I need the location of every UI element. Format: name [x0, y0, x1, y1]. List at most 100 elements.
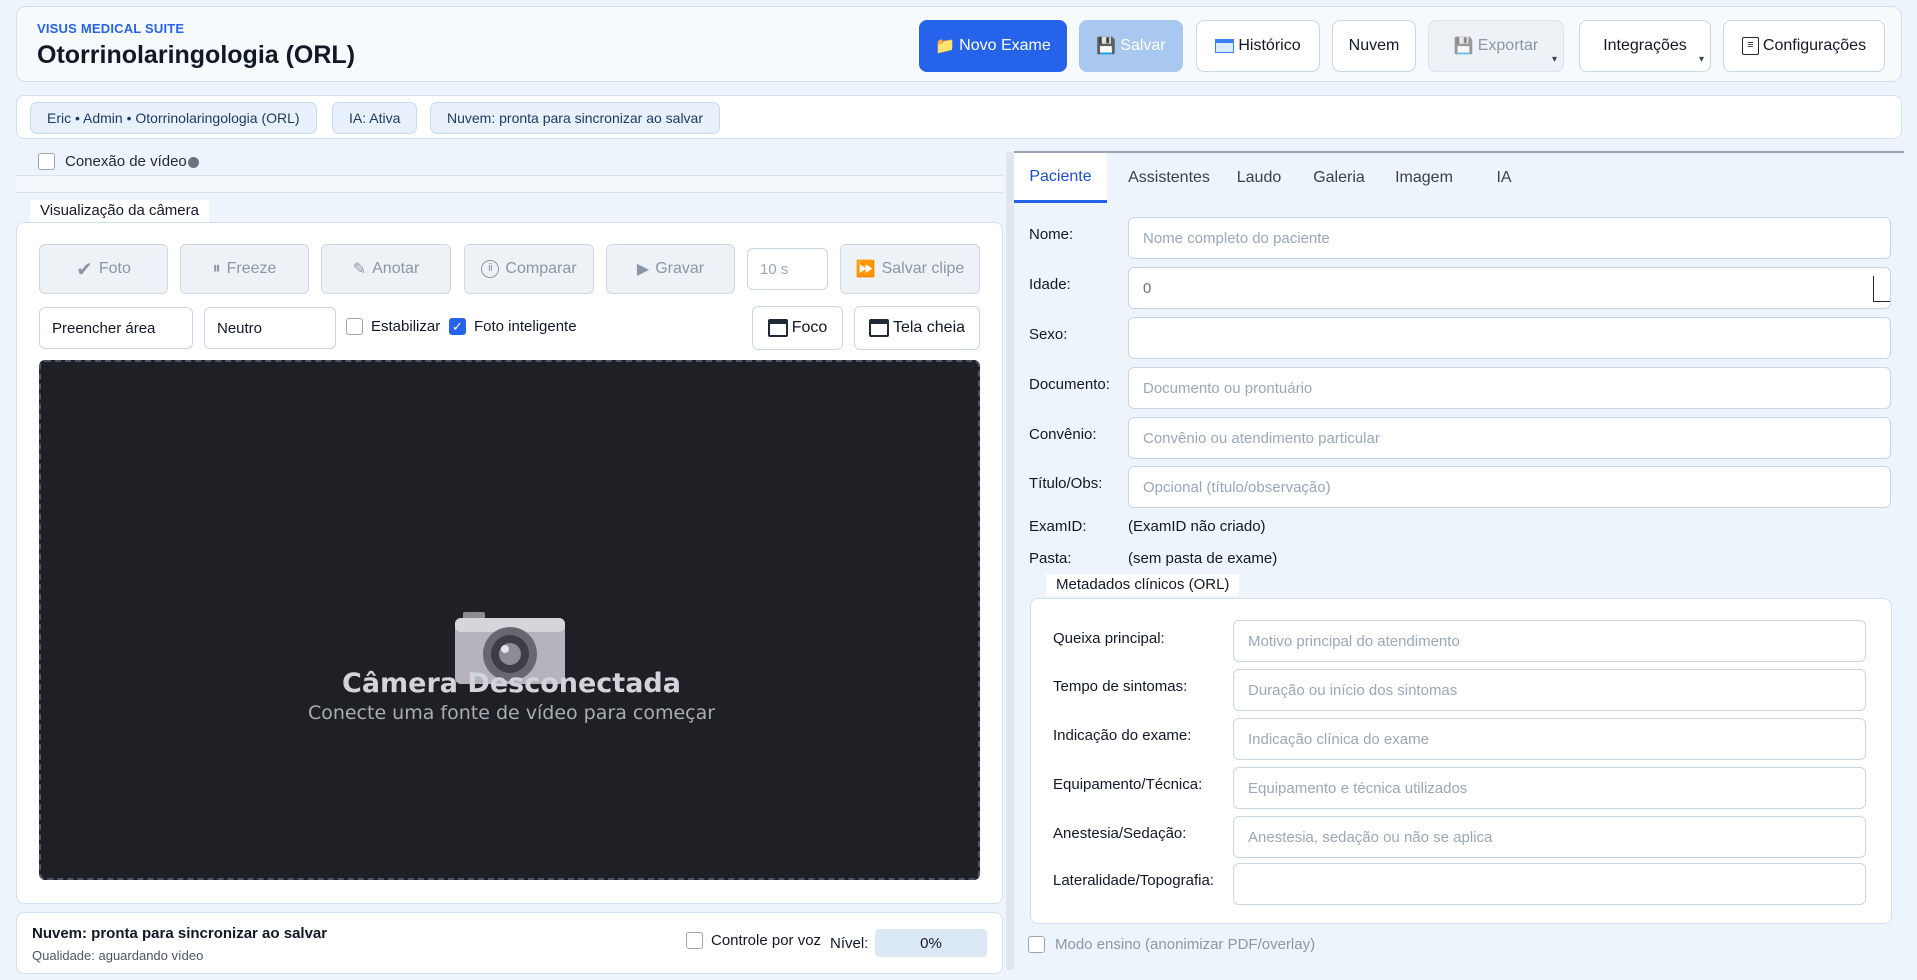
smart-photo-checkbox[interactable]: ✓ [449, 318, 466, 335]
new-folder-icon: 📁 [935, 38, 956, 55]
tab-laudo[interactable]: Laudo [1229, 153, 1289, 203]
teaching-mode-checkbox[interactable] [1028, 936, 1045, 953]
smart-photo-option[interactable]: ✓ Foto inteligente [449, 318, 577, 335]
side-tabs: Paciente Assistentes Laudo Galeria Image… [1014, 151, 1904, 203]
chief-complaint-input[interactable]: Motivo principal do atendimento [1233, 620, 1866, 662]
window-icon [767, 319, 788, 337]
laterality-input[interactable] [1233, 863, 1866, 905]
camera-viewport[interactable]: Câmera Desconectada Conecte uma fonte de… [39, 360, 980, 880]
age-label: Idade: [1029, 276, 1071, 293]
annotate-button[interactable]: ✎ Anotar [321, 244, 451, 294]
folder-value: (sem pasta de exame) [1128, 550, 1278, 567]
chief-complaint-label: Queixa principal: [1053, 630, 1165, 647]
page-title: Otorrinolaringologia (ORL) [37, 41, 356, 69]
sex-select[interactable] [1128, 317, 1891, 359]
document-input[interactable]: Documento ou prontuário [1128, 367, 1891, 409]
laterality-label: Lateralidade/Topografia: [1053, 872, 1214, 889]
equipment-input[interactable]: Equipamento e técnica utilizados [1233, 767, 1866, 809]
user-chip: Eric • Admin • Otorrinolaringologia (ORL… [30, 102, 317, 134]
status-bar: Eric • Admin • Otorrinolaringologia (ORL… [16, 95, 1902, 139]
folder-label: Pasta: [1029, 550, 1072, 567]
stabilize-option[interactable]: Estabilizar [346, 318, 440, 335]
dropdown-arrow-icon: ▾ [1698, 54, 1704, 65]
cloud-sync-status: Nuvem: pronta para sincronizar ao salvar [32, 925, 328, 942]
examid-label: ExamID: [1029, 518, 1087, 535]
floppy-disk-icon: 💾 [1453, 38, 1474, 55]
dropdown-arrow-icon: ▾ [1551, 54, 1557, 65]
fullscreen-button[interactable]: Tela cheia [854, 306, 980, 350]
exam-indication-label: Indicação do exame: [1053, 727, 1192, 744]
color-mode-select[interactable]: Neutro [204, 307, 336, 349]
video-connection-checkbox[interactable] [38, 152, 55, 170]
title-obs-label: Título/Obs: [1029, 475, 1103, 492]
footer-status-panel: Nuvem: pronta para sincronizar ao salvar… [16, 912, 1003, 974]
fill-mode-select[interactable]: Preencher área [39, 307, 193, 349]
insurance-input[interactable]: Convênio ou atendimento particular [1128, 417, 1891, 459]
anesthesia-input[interactable]: Anestesia, sedação ou não se aplica [1233, 816, 1866, 858]
cloud-button[interactable]: Nuvem [1332, 20, 1416, 72]
voice-control-option[interactable]: Controle por voz [686, 932, 821, 949]
connection-panel [16, 175, 1003, 193]
freeze-button[interactable]: ⏸ Freeze [180, 244, 309, 294]
history-button[interactable]: Histórico [1196, 20, 1320, 72]
floppy-disk-icon: 💾 [1096, 38, 1117, 55]
save-clip-button[interactable]: ⏩ Salvar clipe [840, 244, 980, 294]
export-button[interactable]: 💾 Exportar ▾ [1428, 20, 1564, 72]
age-spinbox[interactable]: 0 [1128, 267, 1891, 309]
photo-button[interactable]: ✔ Foto [39, 244, 168, 294]
tab-assistentes[interactable]: Assistentes [1119, 153, 1219, 203]
panel-splitter[interactable] [1006, 152, 1014, 970]
tab-paciente[interactable]: Paciente [1014, 153, 1107, 203]
list-icon: ≡ [1741, 37, 1759, 55]
window-icon [868, 319, 889, 337]
tab-galeria[interactable]: Galeria [1304, 153, 1374, 203]
clinical-metadata-legend: Metadados clínicos (ORL) [1046, 574, 1240, 596]
tab-ia[interactable]: IA [1484, 153, 1524, 203]
brand-name: VISUS MEDICAL SUITE [37, 21, 185, 36]
document-label: Documento: [1029, 376, 1110, 393]
cloud-status-chip: Nuvem: pronta para sincronizar ao salvar [430, 102, 721, 134]
play-icon: ▶ [636, 261, 650, 278]
video-connection-toggle[interactable]: Conexão de vídeo [38, 150, 187, 172]
name-input[interactable]: Nome completo do paciente [1128, 217, 1891, 259]
title-obs-input[interactable]: Opcional (título/observação) [1128, 466, 1891, 508]
sex-label: Sexo: [1029, 326, 1068, 343]
stabilize-checkbox[interactable] [346, 318, 363, 335]
connection-status-dot [188, 157, 199, 168]
level-meter: 0% [875, 929, 987, 957]
pause-icon: ⏸ [212, 260, 221, 277]
insurance-label: Convênio: [1029, 426, 1097, 443]
voice-control-checkbox[interactable] [686, 932, 703, 949]
examid-value: (ExamID não criado) [1128, 518, 1266, 535]
tab-imagem[interactable]: Imagem [1384, 153, 1464, 203]
camera-disconnected-title: Câmera Desconectada [342, 668, 681, 699]
record-button[interactable]: ▶ Gravar [606, 244, 735, 294]
check-icon: ✔ [76, 258, 93, 281]
save-button[interactable]: 💾 Salvar [1079, 20, 1183, 72]
settings-button[interactable]: ≡ Configurações [1723, 20, 1885, 72]
anesthesia-label: Anestesia/Sedação: [1053, 825, 1187, 842]
teaching-mode-option[interactable]: Modo ensino (anonimizar PDF/overlay) [1028, 936, 1315, 953]
exam-indication-input[interactable]: Indicação clínica do exame [1233, 718, 1866, 760]
symptom-duration-input[interactable]: Duração ou início dos sintomas [1233, 669, 1866, 711]
equipment-label: Equipamento/Técnica: [1053, 776, 1203, 793]
compare-icon: ⅱ [481, 260, 500, 278]
fast-forward-icon: ⏩ [855, 261, 876, 278]
name-label: Nome: [1029, 226, 1074, 243]
video-connection-label: Conexão de vídeo [65, 152, 187, 170]
clip-duration-input[interactable]: 10 s [747, 248, 828, 290]
history-icon [1215, 39, 1235, 53]
integrations-dropdown[interactable]: Integrações ▾ [1579, 20, 1711, 72]
ai-status-chip: IA: Ativa [332, 102, 418, 134]
age-spin-buttons[interactable] [1873, 276, 1890, 302]
annotate-icon: ✎ [352, 261, 367, 278]
new-exam-button[interactable]: 📁 Novo Exame [919, 20, 1067, 72]
focus-button[interactable]: Foco [752, 306, 843, 350]
symptom-duration-label: Tempo de sintomas: [1053, 678, 1188, 695]
quality-status: Qualidade: aguardando vídeo [32, 948, 204, 963]
level-label: Nível: [830, 935, 869, 952]
app-header: VISUS MEDICAL SUITE Otorrinolaringologia… [16, 6, 1902, 82]
compare-button[interactable]: ⅱ Comparar [464, 244, 594, 294]
camera-disconnected-subtitle: Conecte uma fonte de vídeo para começar [307, 702, 716, 724]
camera-panel-legend: Visualização da câmera [30, 200, 209, 222]
